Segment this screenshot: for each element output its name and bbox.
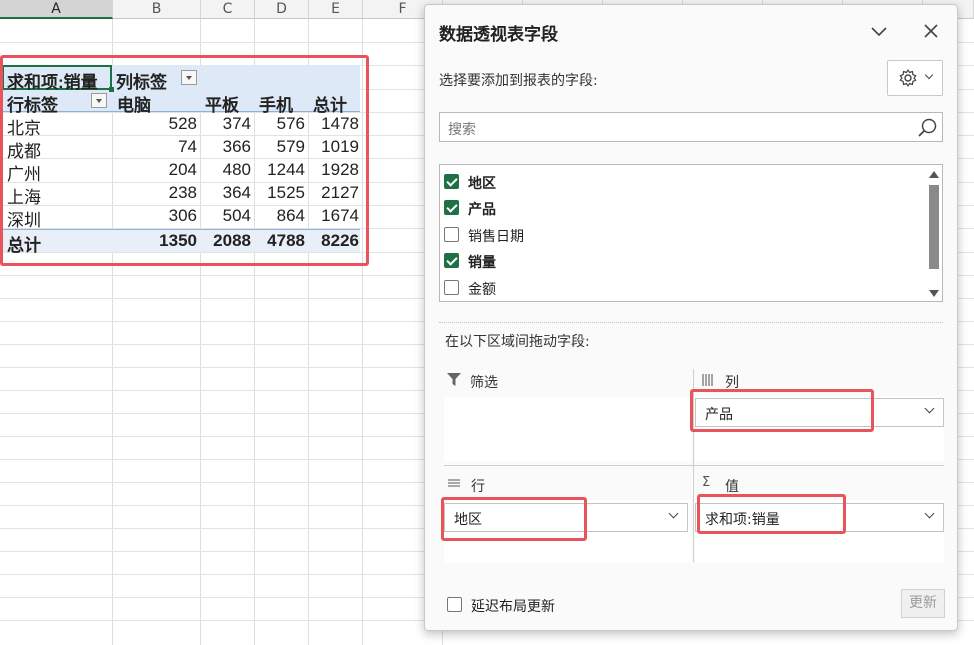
areas-label: 在以下区域间拖动字段: xyxy=(445,334,590,350)
filter-area[interactable] xyxy=(444,397,691,462)
values-highlight-box xyxy=(697,494,846,534)
field-checkbox[interactable] xyxy=(444,253,459,268)
sigma-icon: Σ xyxy=(702,475,711,490)
rows-label: 行 xyxy=(471,479,485,495)
defer-update-label: 延迟布局更新 xyxy=(471,599,555,615)
scroll-down-icon[interactable] xyxy=(929,290,939,297)
field-name: 销量 xyxy=(468,255,496,271)
chevron-down-icon[interactable] xyxy=(869,21,889,46)
rows-highlight-box xyxy=(441,497,587,541)
search-placeholder: 搜索 xyxy=(448,122,476,138)
column-header-c[interactable]: C xyxy=(201,0,255,19)
choose-fields-label: 选择要添加到报表的字段: xyxy=(439,73,598,89)
field-name: 销售日期 xyxy=(468,229,524,245)
defer-update-toggle[interactable]: 延迟布局更新 xyxy=(447,596,607,615)
field-checkbox[interactable] xyxy=(444,174,459,189)
defer-update-checkbox[interactable] xyxy=(447,597,462,612)
pivot-highlight-box xyxy=(0,55,369,266)
columns-highlight-box xyxy=(690,389,874,432)
search-input[interactable]: 搜索 xyxy=(439,112,943,142)
column-header-b[interactable]: B xyxy=(113,0,201,19)
filter-label: 筛选 xyxy=(470,375,498,391)
chevron-down-icon xyxy=(668,508,679,519)
rows-icon xyxy=(448,478,460,494)
column-header-e[interactable]: E xyxy=(309,0,363,19)
close-icon[interactable] xyxy=(921,21,941,46)
filter-icon xyxy=(447,373,461,390)
field-name: 地区 xyxy=(468,176,496,192)
field-checkbox[interactable] xyxy=(444,227,459,242)
field-checkbox[interactable] xyxy=(444,200,459,215)
columns-icon xyxy=(702,374,714,390)
scroll-thumb[interactable] xyxy=(929,185,939,269)
chevron-down-icon xyxy=(924,70,934,80)
chevron-down-icon xyxy=(924,508,935,519)
values-label: 值 xyxy=(725,479,739,495)
tools-button[interactable] xyxy=(887,60,943,96)
field-checkbox[interactable] xyxy=(444,280,459,295)
search-icon[interactable] xyxy=(917,117,939,143)
column-header-a[interactable]: A xyxy=(0,0,113,19)
chevron-down-icon xyxy=(924,403,935,414)
gear-icon xyxy=(898,68,918,92)
field-list-scrollbar[interactable] xyxy=(928,171,940,297)
scroll-up-icon[interactable] xyxy=(929,171,939,178)
pane-title: 数据透视表字段 xyxy=(439,25,558,45)
divider xyxy=(439,322,943,323)
field-list: 地区 产品 销售日期 销量 金额 xyxy=(439,164,943,302)
update-button[interactable]: 更新 xyxy=(901,589,945,618)
column-header-d[interactable]: D xyxy=(255,0,309,19)
field-name: 金额 xyxy=(468,282,496,298)
field-name: 产品 xyxy=(468,202,496,218)
